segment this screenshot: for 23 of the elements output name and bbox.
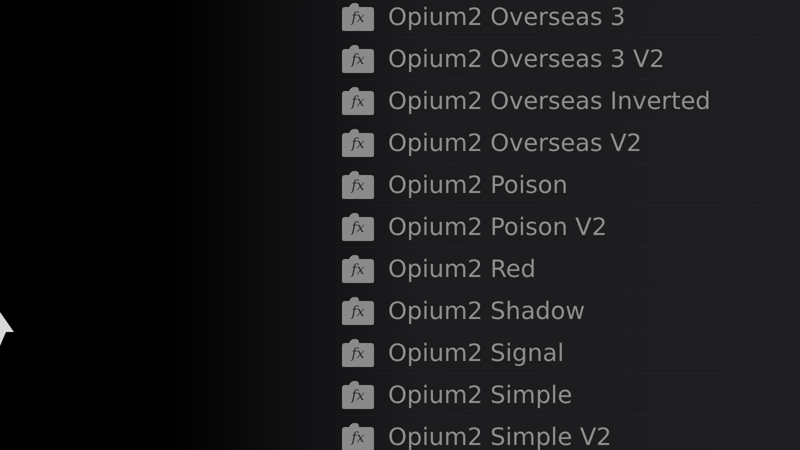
effect-name[interactable]: Opium2 Signal xyxy=(388,338,564,366)
effect-icon: fx xyxy=(340,212,376,240)
effect-icon: fx xyxy=(340,2,376,30)
effect-name[interactable]: Opium2 Overseas Inverted xyxy=(388,86,711,114)
effect-name[interactable]: Opium2 Overseas 3 xyxy=(388,2,626,30)
effect-name[interactable]: Opium2 Shadow xyxy=(388,296,585,324)
effect-icon: fx xyxy=(340,254,376,282)
effect-icon: fx xyxy=(340,170,376,198)
effect-icon: fx xyxy=(340,128,376,156)
effect-name[interactable]: Opium2 Simple xyxy=(388,380,572,408)
effect-name[interactable]: Opium2 Poison xyxy=(388,170,568,198)
effect-name[interactable]: Opium2 Overseas 3 V2 xyxy=(388,44,665,72)
effect-icon: fx xyxy=(340,422,376,450)
effect-name[interactable]: Opium2 Overseas V2 xyxy=(388,128,642,156)
effect-icon: fx xyxy=(340,296,376,324)
effect-icon: fx xyxy=(340,338,376,366)
effect-icon: fx xyxy=(340,44,376,72)
effect-icon: fx xyxy=(340,380,376,408)
effect-name[interactable]: Opium2 Poison V2 xyxy=(388,212,607,240)
effect-icon: fx xyxy=(340,86,376,114)
effect-name[interactable]: Opium2 Simple V2 xyxy=(388,422,612,450)
effect-name[interactable]: Opium2 Red xyxy=(388,254,536,282)
cursor-icon xyxy=(0,312,14,346)
